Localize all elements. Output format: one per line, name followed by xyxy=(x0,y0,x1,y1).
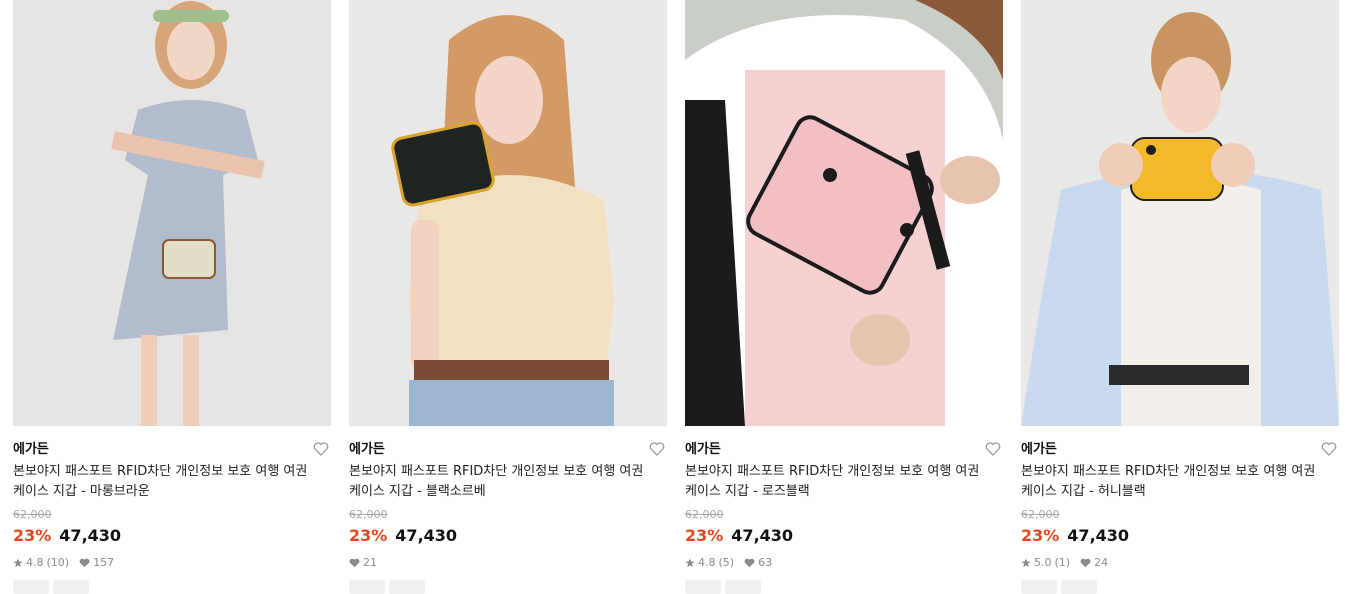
tag xyxy=(13,580,49,594)
product-title[interactable]: 본보야지 패스포트 RFID차단 개인정보 보호 여행 여권 케이스 지갑 - … xyxy=(349,462,649,502)
discount-rate: 23% xyxy=(1021,525,1060,545)
product-grid: 에가든 본보야지 패스포트 RFID차단 개인정보 보호 여행 여권 케이스 지… xyxy=(0,0,1345,594)
like-count: 24 xyxy=(1094,556,1109,569)
rating: 4.8 (10) xyxy=(13,556,69,570)
product-title[interactable]: 본보야지 패스포트 RFID차단 개인정보 보호 여행 여권 케이스 지갑 - … xyxy=(685,462,985,502)
rating-value: 5.0 xyxy=(1034,556,1052,569)
sale-price: 47,430 xyxy=(1067,525,1130,545)
review-count: (1) xyxy=(1054,556,1071,569)
rating-value: 4.8 xyxy=(26,556,44,569)
tag xyxy=(685,580,721,594)
heart-filled-icon xyxy=(1080,558,1091,568)
brand-name[interactable]: 에가든 xyxy=(685,441,721,459)
tag xyxy=(349,580,385,594)
discount-rate: 23% xyxy=(13,525,52,545)
original-price: 62,000 xyxy=(685,508,724,521)
product-meta: 21 xyxy=(349,556,377,570)
like-count: 157 xyxy=(93,556,115,569)
discount-rate: 23% xyxy=(349,525,388,545)
product-card[interactable]: 에가든 본보야지 패스포트 RFID차단 개인정보 보호 여행 여권 케이스 지… xyxy=(685,0,1003,594)
tag xyxy=(725,580,761,594)
tag-list xyxy=(1021,580,1097,594)
tag xyxy=(53,580,89,594)
star-icon xyxy=(1021,558,1031,568)
brand-name[interactable]: 에가든 xyxy=(1021,441,1057,459)
product-meta: 4.8 (5) 63 xyxy=(685,556,772,570)
heart-filled-icon xyxy=(349,558,360,568)
star-icon xyxy=(13,558,23,568)
brand-name[interactable]: 에가든 xyxy=(13,441,49,459)
review-count: (5) xyxy=(718,556,735,569)
rating: 4.8 (5) xyxy=(685,556,734,570)
product-image[interactable] xyxy=(1021,0,1339,426)
product-title[interactable]: 본보야지 패스포트 RFID차단 개인정보 보호 여행 여권 케이스 지갑 - … xyxy=(1021,462,1321,502)
product-meta: 4.8 (10) 157 xyxy=(13,556,114,570)
like-count: 21 xyxy=(363,556,377,569)
price-row: 23% 47,430 xyxy=(13,525,121,545)
product-card[interactable]: 에가든 본보야지 패스포트 RFID차단 개인정보 보호 여행 여권 케이스 지… xyxy=(349,0,667,594)
like-count: 63 xyxy=(758,556,773,569)
wishlist-heart-icon[interactable] xyxy=(1321,441,1337,457)
wishlist-heart-icon[interactable] xyxy=(649,441,665,457)
original-price: 62,000 xyxy=(1021,508,1060,521)
likes: 24 xyxy=(1080,556,1108,570)
tag-list xyxy=(685,580,761,594)
tag xyxy=(1061,580,1097,594)
likes: 63 xyxy=(744,556,772,570)
product-card[interactable]: 에가든 본보야지 패스포트 RFID차단 개인정보 보호 여행 여권 케이스 지… xyxy=(1021,0,1339,594)
sale-price: 47,430 xyxy=(59,525,122,545)
product-meta: 5.0 (1) 24 xyxy=(1021,556,1108,570)
likes: 21 xyxy=(349,556,377,570)
original-price: 62,000 xyxy=(13,508,52,521)
wishlist-heart-icon[interactable] xyxy=(313,441,329,457)
heart-filled-icon xyxy=(79,558,90,568)
wishlist-heart-icon[interactable] xyxy=(985,441,1001,457)
price-row: 23% 47,430 xyxy=(685,525,793,545)
product-image[interactable] xyxy=(349,0,667,426)
rating: 5.0 (1) xyxy=(1021,556,1070,570)
discount-rate: 23% xyxy=(685,525,724,545)
product-title[interactable]: 본보야지 패스포트 RFID차단 개인정보 보호 여행 여권 케이스 지갑 - … xyxy=(13,462,313,502)
product-image[interactable] xyxy=(13,0,331,426)
product-card[interactable]: 에가든 본보야지 패스포트 RFID차단 개인정보 보호 여행 여권 케이스 지… xyxy=(13,0,331,594)
star-icon xyxy=(685,558,695,568)
product-image[interactable] xyxy=(685,0,1003,426)
tag xyxy=(389,580,425,594)
sale-price: 47,430 xyxy=(395,525,458,545)
likes: 157 xyxy=(79,556,114,570)
price-row: 23% 47,430 xyxy=(1021,525,1129,545)
brand-name[interactable]: 에가든 xyxy=(349,441,385,459)
tag xyxy=(1021,580,1057,594)
rating-value: 4.8 xyxy=(698,556,716,569)
heart-filled-icon xyxy=(744,558,755,568)
sale-price: 47,430 xyxy=(731,525,794,545)
tag-list xyxy=(349,580,425,594)
review-count: (10) xyxy=(46,556,70,569)
original-price: 62,000 xyxy=(349,508,388,521)
price-row: 23% 47,430 xyxy=(349,525,457,545)
tag-list xyxy=(13,580,89,594)
